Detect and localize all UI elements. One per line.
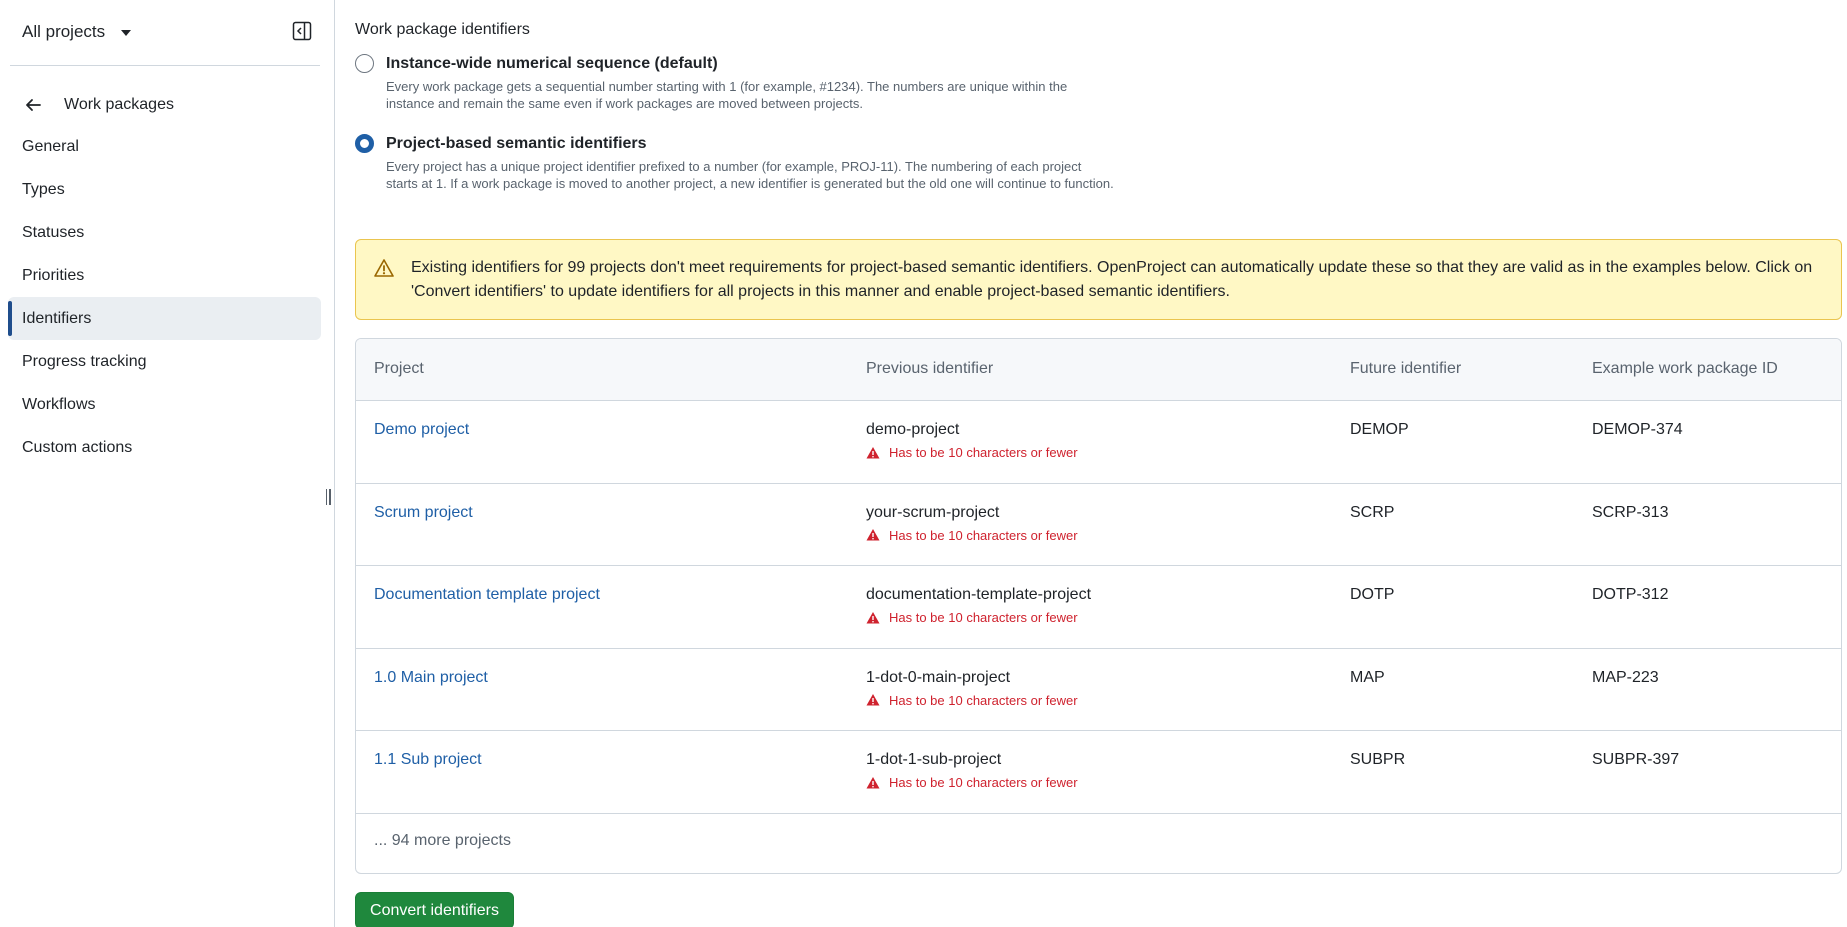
sidebar-collapse-icon[interactable]	[292, 21, 312, 41]
project-link[interactable]: Documentation template project	[374, 586, 600, 604]
previous-identifier: demo-project	[866, 421, 960, 438]
alert-icon	[866, 694, 880, 706]
sidebar-item-priorities[interactable]: Priorities	[8, 254, 321, 297]
sidebar-item-identifiers[interactable]: Identifiers	[8, 297, 321, 340]
table-row: Documentation template project documenta…	[356, 566, 1841, 649]
example-id: DEMOP-374	[1592, 421, 1683, 438]
table-row: 1.1 Sub project 1-dot-1-sub-project Has …	[356, 731, 1841, 814]
example-id: DOTP-312	[1592, 586, 1669, 603]
sidebar-divider	[10, 65, 320, 66]
future-identifier: DEMOP	[1350, 421, 1409, 438]
convert-identifiers-button[interactable]: Convert identifiers	[355, 892, 514, 927]
sidebar-item-statuses[interactable]: Statuses	[8, 211, 321, 254]
sidebar-item-label: Progress tracking	[22, 352, 147, 370]
sidebar: All projects Work packages General Types…	[0, 0, 335, 927]
back-label: Work packages	[64, 96, 174, 113]
previous-identifier: 1-dot-0-main-project	[866, 668, 1011, 686]
future-identifier: SCRP	[1350, 503, 1395, 521]
table-row: Demo project demo-project Has to be 10 c…	[356, 401, 1841, 484]
col-previous-identifier: Previous identifier	[866, 360, 994, 377]
example-id: SUBPR-397	[1592, 751, 1680, 768]
sidebar-item-label: Statuses	[22, 223, 85, 241]
sidebar-resize-handle[interactable]	[324, 489, 332, 507]
option-instance-wide[interactable]: Instance-wide numerical sequence (defaul…	[355, 53, 1116, 112]
option-label: Instance-wide numerical sequence (defaul…	[386, 55, 718, 72]
identifier-error: Has to be 10 characters or fewer	[866, 693, 1078, 708]
back-to-work-packages[interactable]: Work packages	[22, 92, 174, 118]
table-header: Project Previous identifier Future ident…	[356, 339, 1841, 401]
sidebar-item-label: Custom actions	[22, 438, 133, 456]
table-row: Scrum project your-scrum-project Has to …	[356, 484, 1841, 566]
col-future-identifier: Future identifier	[1350, 360, 1462, 377]
project-link[interactable]: Demo project	[374, 421, 469, 439]
error-text: Has to be 10 characters or fewer	[889, 775, 1078, 790]
warning-text: Existing identifiers for 99 projects don…	[411, 259, 1813, 300]
alert-icon	[866, 611, 880, 623]
project-selector-label: All projects	[22, 22, 106, 41]
identifier-error: Has to be 10 characters or fewer	[866, 610, 1078, 625]
table-row: 1.0 Main project 1-dot-0-main-project Ha…	[356, 649, 1841, 731]
identifier-error: Has to be 10 characters or fewer	[866, 445, 1078, 460]
error-text: Has to be 10 characters or fewer	[889, 610, 1078, 625]
project-link[interactable]: 1.1 Sub project	[374, 751, 482, 769]
option-label: Project-based semantic identifiers	[386, 135, 647, 152]
option-caption: Every work package gets a sequential num…	[386, 79, 1068, 111]
warning-icon	[374, 259, 394, 277]
project-link[interactable]: 1.0 Main project	[374, 669, 488, 687]
sidebar-item-types[interactable]: Types	[8, 168, 321, 211]
future-identifier: SUBPR	[1350, 751, 1406, 768]
future-identifier: MAP	[1350, 668, 1385, 686]
sidebar-item-label: Identifiers	[22, 309, 92, 327]
option-project-based[interactable]: Project-based semantic identifiers Every…	[355, 133, 1116, 192]
example-id: MAP-223	[1592, 668, 1659, 686]
sidebar-item-workflows[interactable]: Workflows	[8, 383, 321, 426]
alert-icon	[866, 776, 880, 788]
example-id: SCRP-313	[1592, 503, 1669, 521]
previous-identifier: documentation-template-project	[866, 586, 1092, 603]
col-project: Project	[374, 360, 424, 377]
more-projects-text: ... 94 more projects	[374, 832, 511, 849]
previous-identifier: your-scrum-project	[866, 503, 1000, 521]
option-caption: Every project has a unique project ident…	[386, 159, 1114, 191]
sidebar-item-label: General	[22, 137, 79, 155]
section-title: Work package identifiers	[355, 21, 530, 38]
alert-icon	[866, 446, 880, 458]
sidebar-item-label: Workflows	[22, 395, 96, 413]
radio-project-based[interactable]	[355, 134, 374, 153]
sidebar-item-general[interactable]: General	[8, 125, 321, 168]
error-text: Has to be 10 characters or fewer	[889, 692, 1078, 708]
project-link[interactable]: Scrum project	[374, 504, 473, 522]
sidebar-item-progress-tracking[interactable]: Progress tracking	[8, 340, 321, 383]
chevron-down-icon	[121, 30, 132, 36]
identifiers-table: Project Previous identifier Future ident…	[355, 338, 1842, 874]
radio-instance-wide[interactable]	[355, 54, 374, 73]
error-text: Has to be 10 characters or fewer	[889, 445, 1078, 460]
identifier-error: Has to be 10 characters or fewer	[866, 528, 1078, 543]
identifier-error: Has to be 10 characters or fewer	[866, 775, 1078, 790]
col-example-id: Example work package ID	[1592, 360, 1778, 377]
arrow-left-icon	[26, 99, 41, 111]
future-identifier: DOTP	[1350, 586, 1395, 603]
warning-banner: Existing identifiers for 99 projects don…	[355, 239, 1842, 320]
sidebar-item-label: Priorities	[22, 266, 85, 284]
sidebar-menu: General Types Statuses Priorities Identi…	[8, 125, 321, 469]
error-text: Has to be 10 characters or fewer	[889, 527, 1078, 543]
project-selector[interactable]: All projects	[22, 20, 132, 44]
alert-icon	[866, 529, 880, 541]
sidebar-item-label: Types	[22, 180, 65, 198]
sidebar-item-custom-actions[interactable]: Custom actions	[8, 426, 321, 469]
previous-identifier: 1-dot-1-sub-project	[866, 751, 1002, 768]
